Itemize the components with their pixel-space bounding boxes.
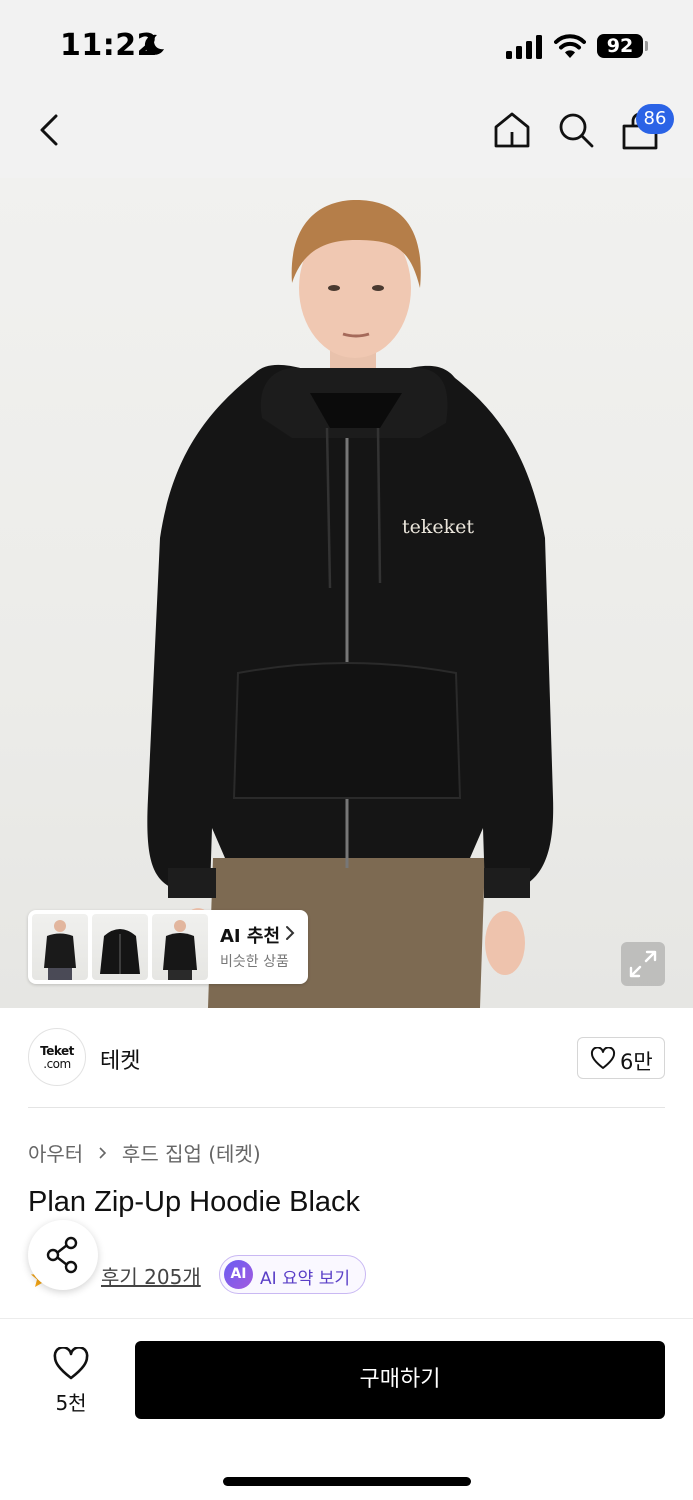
brand-name[interactable]: 테켓 <box>100 1043 140 1075</box>
ai-summary-label: AI 요약 보기 <box>260 1269 351 1289</box>
ai-summary-icon: AI <box>224 1260 253 1289</box>
heart-icon <box>53 1347 89 1380</box>
ai-summary-button[interactable]: AI AI 요약 보기 <box>219 1255 366 1294</box>
cart-count-badge: 86 <box>636 104 674 134</box>
status-bar: 11:22 92 <box>0 0 693 92</box>
top-nav-bar: 86 <box>0 92 693 178</box>
heart-icon <box>590 1047 616 1069</box>
breadcrumb: 아우터 후드 집업 (테켓) <box>28 1138 261 1167</box>
home-indicator <box>223 1477 471 1486</box>
brand-like-button[interactable]: 6만 <box>577 1037 665 1079</box>
moon-icon <box>144 34 164 55</box>
ai-card-title: AI 추천 <box>220 926 281 947</box>
battery-indicator: 92 <box>597 34 643 58</box>
chest-logo-text: tekeket <box>402 516 474 538</box>
brand-row: Teket .com 테켓 6만 <box>0 1008 693 1108</box>
product-title: Plan Zip-Up Hoodie Black <box>28 1186 361 1218</box>
battery-nub <box>645 41 648 51</box>
similar-product-thumb[interactable] <box>32 914 88 980</box>
brand-logo-text-bottom: .com <box>43 1057 71 1071</box>
search-icon[interactable] <box>556 110 596 150</box>
breadcrumb-level2[interactable]: 후드 집업 (테켓) <box>122 1142 261 1166</box>
breadcrumb-level1[interactable]: 아우터 <box>28 1142 83 1166</box>
brand-like-count: 6만 <box>620 1050 653 1074</box>
chevron-right-icon <box>98 1146 106 1159</box>
ai-recommendation-card[interactable]: AI 추천 비슷한 상품 <box>28 910 308 984</box>
similar-product-thumb[interactable] <box>152 914 208 980</box>
share-button[interactable] <box>28 1220 98 1290</box>
wishlist-button[interactable]: 5천 <box>36 1343 106 1419</box>
brand-logo[interactable]: Teket .com <box>28 1028 86 1086</box>
model-photo: tekeket <box>147 200 554 1008</box>
similar-product-thumb[interactable] <box>92 914 148 980</box>
ai-card-subtitle: 비슷한 상품 <box>220 954 289 970</box>
review-count-link[interactable]: 후기 205개 <box>101 1261 201 1290</box>
back-icon[interactable] <box>34 112 66 148</box>
home-icon[interactable] <box>492 110 532 150</box>
wifi-icon <box>554 34 586 58</box>
expand-icon <box>629 950 657 978</box>
expand-image-button[interactable] <box>621 942 665 986</box>
bottom-purchase-bar: 5천 구매하기 <box>0 1318 693 1500</box>
chevron-right-icon <box>286 926 295 940</box>
signal-icon <box>506 35 542 59</box>
share-icon <box>46 1236 78 1274</box>
wishlist-count: 5천 <box>55 1391 87 1415</box>
divider <box>28 1107 665 1108</box>
buy-button[interactable]: 구매하기 <box>135 1341 665 1419</box>
product-image[interactable]: tekeket <box>0 178 693 1008</box>
